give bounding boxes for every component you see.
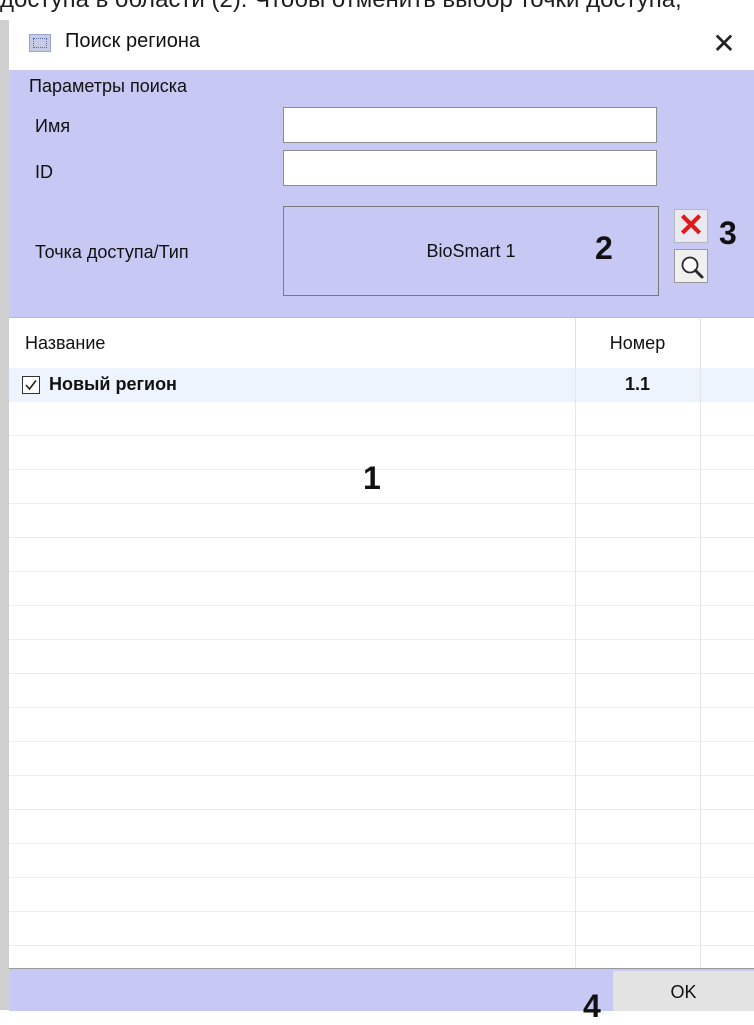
background-strip: [0, 20, 9, 1010]
table-body: Новый регион 1.1: [9, 368, 754, 989]
column-header-name[interactable]: Название: [25, 333, 105, 354]
region-search-dialog: Поиск региона ✕ Параметры поиска Имя ID …: [9, 20, 754, 1024]
region-window-icon: [29, 34, 51, 52]
callout-3: 3: [719, 215, 737, 251]
regions-table: Название Номер Новый регион 1.1: [9, 317, 754, 989]
column-separator: [700, 318, 701, 368]
window-title: Поиск региона: [65, 30, 200, 52]
callout-4: 4: [583, 988, 601, 1024]
table-row[interactable]: Новый регион 1.1: [9, 368, 754, 402]
column-gridline: [700, 368, 701, 989]
id-label: ID: [35, 162, 53, 182]
title-bar: Поиск региона ✕: [9, 20, 754, 70]
close-button[interactable]: ✕: [694, 20, 754, 70]
column-header-number[interactable]: Номер: [575, 318, 700, 368]
dialog-footer: OK: [9, 968, 754, 1011]
name-input[interactable]: [283, 107, 657, 143]
name-label: Имя: [35, 116, 71, 136]
ok-button[interactable]: OK: [613, 971, 754, 1011]
callout-1: 1: [363, 460, 381, 496]
find-access-point-button[interactable]: [674, 249, 708, 283]
row-name-cell: Новый регион: [49, 374, 177, 394]
checkmark-icon: [25, 380, 37, 391]
row-checkbox[interactable]: [22, 376, 40, 394]
clear-access-point-button[interactable]: ✕: [674, 209, 708, 243]
document-text-fragment: доступа в области (2). Чтобы отменить вы…: [0, 0, 754, 20]
column-gridline: [575, 368, 576, 989]
red-x-icon: ✕: [677, 207, 705, 243]
callout-2: 2: [595, 230, 613, 266]
table-header: Название Номер: [9, 318, 754, 369]
row-number-cell: 1.1: [624, 374, 651, 394]
magnifier-icon: [681, 256, 704, 279]
id-input[interactable]: [283, 150, 657, 186]
search-parameters-panel: Параметры поиска Имя ID Точка доступа/Ти…: [9, 70, 754, 326]
access-point-label: Точка доступа/Тип: [35, 242, 189, 262]
search-parameters-label: Параметры поиска: [29, 76, 188, 96]
